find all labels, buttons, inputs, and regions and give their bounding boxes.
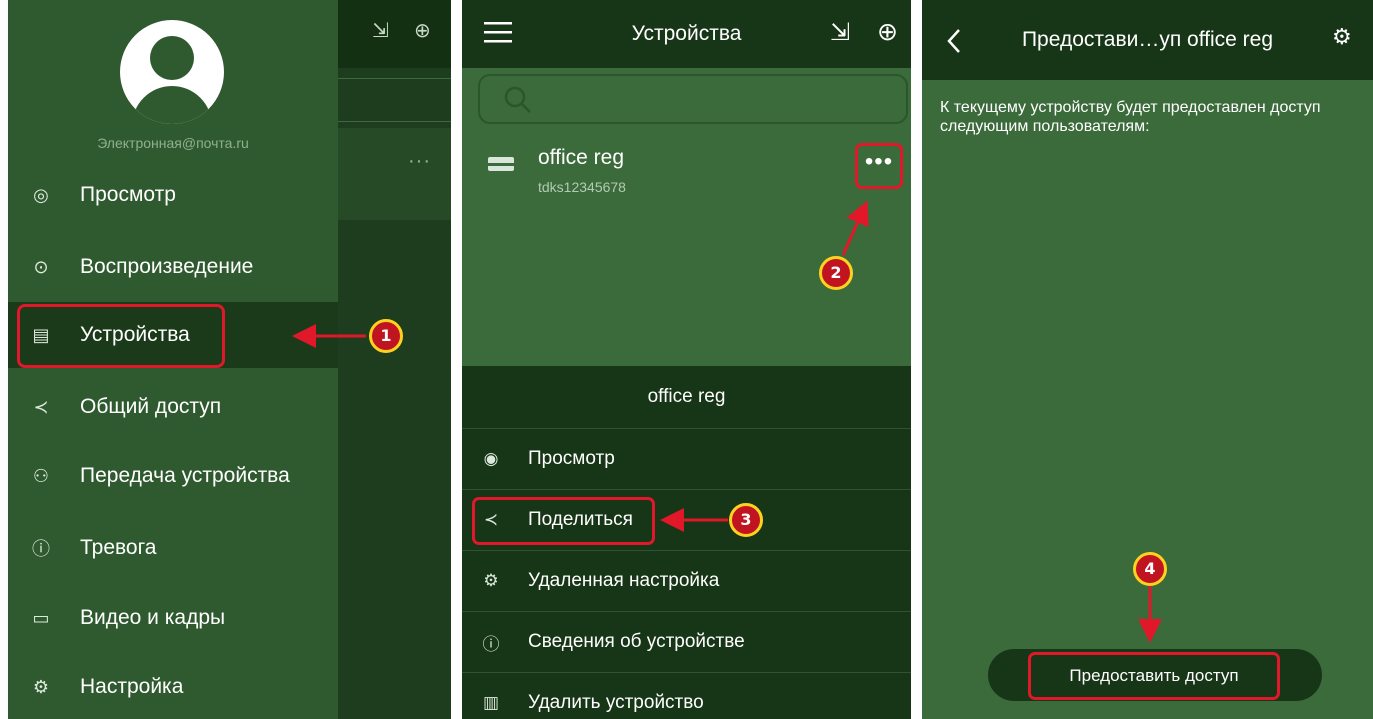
share-icon: ≺ xyxy=(33,396,49,417)
import-icon[interactable]: ⇲ xyxy=(830,18,850,47)
folder-icon: ▭ xyxy=(32,607,50,628)
share-highlight xyxy=(472,497,655,545)
sheet-item-device-info[interactable]: ⓘ Сведения об устройстве xyxy=(462,612,911,673)
sheet-item-label: Удаленная настройка xyxy=(528,570,720,591)
page-title: Предостави…уп office reg xyxy=(1021,28,1274,51)
add-icon[interactable]: ⊕ xyxy=(877,17,898,47)
sheet-title: office reg xyxy=(462,366,911,429)
avatar[interactable] xyxy=(120,20,224,124)
transfer-icon: ⚇ xyxy=(32,465,50,486)
menu-item-label: Настройка xyxy=(80,675,184,698)
alarm-icon: ⓘ xyxy=(32,539,50,559)
sheet-item-delete[interactable]: ▥ Удалить устройство xyxy=(462,673,911,719)
step-marker-3: 3 xyxy=(729,503,763,537)
devices-screen: Устройства ⇲ ⊕ office reg tdks12345678 •… xyxy=(462,0,911,719)
sheet-item-view[interactable]: ◉ Просмотр xyxy=(462,429,911,490)
menu-item-transfer[interactable]: ⚇ Передача устройства xyxy=(8,443,338,509)
device-row xyxy=(338,128,451,220)
add-icon[interactable]: ⊕ xyxy=(414,18,431,43)
app-bar xyxy=(338,0,451,68)
step-marker-4: 4 xyxy=(1133,552,1167,586)
menu-item-label: Видео и кадры xyxy=(80,606,226,629)
sheet-item-label: Удалить устройство xyxy=(528,692,704,713)
menu-item-alarm[interactable]: ⓘ Тревога xyxy=(8,515,338,581)
trash-icon: ▥ xyxy=(482,693,500,712)
step-marker-1: 1 xyxy=(369,319,403,353)
devices-screen-behind-drawer: ⇲ ⊕ ··· xyxy=(338,0,451,719)
sheet-item-label: Сведения об устройстве xyxy=(528,631,745,652)
menu-item-view[interactable]: ◎ Просмотр xyxy=(8,162,338,228)
more-button[interactable]: ••• xyxy=(855,143,903,189)
menu-item-label: Передача устройства xyxy=(80,464,290,487)
device-name[interactable]: office reg xyxy=(538,146,624,170)
menu-item-label: Тревога xyxy=(80,536,157,559)
settings-icon: ⚙ xyxy=(32,676,50,697)
more-icon: ··· xyxy=(408,150,431,172)
search-input[interactable] xyxy=(478,74,908,124)
devices-highlight xyxy=(17,304,225,368)
device-serial: tdks12345678 xyxy=(538,179,626,195)
settings-icon: ⚙ xyxy=(483,571,499,590)
menu-item-label: Просмотр xyxy=(80,183,176,206)
search-icon xyxy=(504,86,531,113)
grant-access-button[interactable]: Предоставить доступ xyxy=(1028,652,1280,700)
menu-item-playback[interactable]: ⊙ Воспроизведение xyxy=(8,234,338,300)
menu-item-sharing[interactable]: ≺ Общий доступ xyxy=(8,374,338,440)
eye-icon: ◉ xyxy=(483,449,499,468)
menu-item-video-photos[interactable]: ▭ Видео и кадры xyxy=(8,585,338,651)
search-bar xyxy=(338,78,451,122)
share-access-screen: Предостави…уп office reg ⚙ К текущему ус… xyxy=(922,0,1373,719)
sheet-item-label: Просмотр xyxy=(528,448,615,469)
step-marker-2: 2 xyxy=(819,256,853,290)
import-icon[interactable]: ⇲ xyxy=(372,18,389,43)
settings-icon[interactable]: ⚙ xyxy=(1332,24,1352,50)
share-description: К текущему устройству будет предоставлен… xyxy=(940,99,1321,135)
recorder-icon xyxy=(488,157,514,171)
play-icon: ⊙ xyxy=(33,256,49,277)
menu-item-settings[interactable]: ⚙ Настройка xyxy=(8,654,338,719)
menu-item-label: Воспроизведение xyxy=(80,255,254,278)
user-email: Электронная@почта.ru xyxy=(97,135,249,151)
sheet-item-remote-settings[interactable]: ⚙ Удаленная настройка xyxy=(462,551,911,612)
info-icon: ⓘ xyxy=(482,634,500,654)
camera-icon: ◎ xyxy=(33,184,49,205)
menu-item-label: Общий доступ xyxy=(80,395,222,418)
